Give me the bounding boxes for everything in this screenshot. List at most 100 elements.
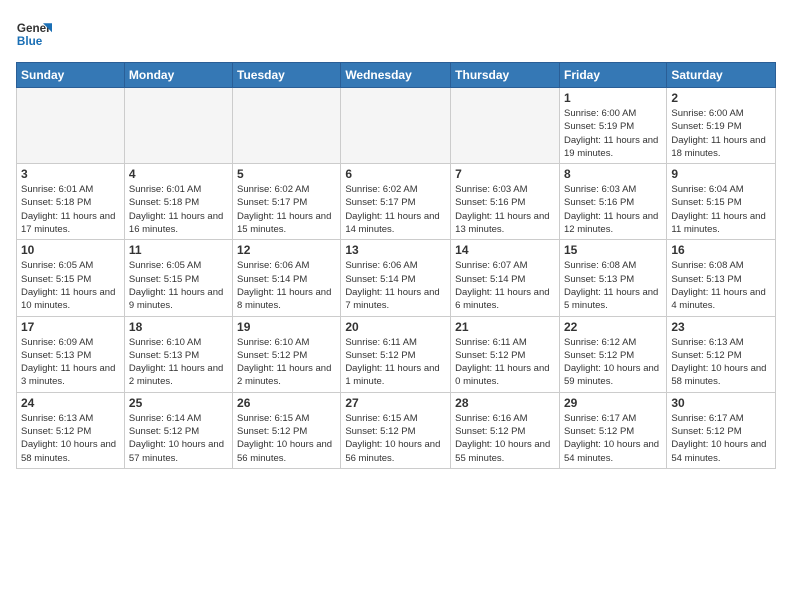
day-info: Sunrise: 6:06 AM Sunset: 5:14 PM Dayligh…	[237, 259, 336, 312]
calendar-header-row: SundayMondayTuesdayWednesdayThursdayFrid…	[17, 63, 776, 88]
calendar-cell: 27 Sunrise: 6:15 AM Sunset: 5:12 PM Dayli…	[341, 392, 451, 468]
day-number: 11	[129, 243, 228, 257]
day-number: 17	[21, 320, 120, 334]
calendar-cell: 21 Sunrise: 6:11 AM Sunset: 5:12 PM Dayli…	[451, 316, 560, 392]
calendar-cell: 8Sunrise: 6:03 AM Sunset: 5:16 PM Daylig…	[559, 164, 666, 240]
day-number: 13	[345, 243, 446, 257]
calendar-cell	[233, 88, 341, 164]
day-info: Sunrise: 6:11 AM Sunset: 5:12 PM Dayligh…	[345, 336, 446, 389]
calendar-cell: 30Sunrise: 6:17 AM Sunset: 5:12 PM Dayli…	[667, 392, 776, 468]
weekday-header: Monday	[124, 63, 232, 88]
calendar-cell: 26 Sunrise: 6:15 AM Sunset: 5:12 PM Dayli…	[233, 392, 341, 468]
weekday-header: Friday	[559, 63, 666, 88]
day-info: Sunrise: 6:13 AM Sunset: 5:12 PM Dayligh…	[671, 336, 771, 389]
day-info: Sunrise: 6:03 AM Sunset: 5:16 PM Dayligh…	[455, 183, 555, 236]
calendar-cell	[124, 88, 232, 164]
calendar-cell: 6 Sunrise: 6:02 AM Sunset: 5:17 PM Daylig…	[341, 164, 451, 240]
day-number: 12	[237, 243, 336, 257]
day-number: 9	[671, 167, 771, 181]
day-number: 20	[345, 320, 446, 334]
logo: General Blue	[16, 16, 52, 52]
day-info: Sunrise: 6:13 AM Sunset: 5:12 PM Dayligh…	[21, 412, 120, 465]
day-info: Sunrise: 6:11 AM Sunset: 5:12 PM Dayligh…	[455, 336, 555, 389]
calendar-cell: 15 Sunrise: 6:08 AM Sunset: 5:13 PM Dayli…	[559, 240, 666, 316]
day-number: 23	[671, 320, 771, 334]
day-info: Sunrise: 6:17 AM Sunset: 5:12 PM Dayligh…	[564, 412, 662, 465]
day-number: 14	[455, 243, 555, 257]
calendar-cell	[451, 88, 560, 164]
day-number: 28	[455, 396, 555, 410]
day-number: 7	[455, 167, 555, 181]
day-info: Sunrise: 6:08 AM Sunset: 5:13 PM Dayligh…	[564, 259, 662, 312]
weekday-header: Sunday	[17, 63, 125, 88]
day-info: Sunrise: 6:12 AM Sunset: 5:12 PM Dayligh…	[564, 336, 662, 389]
day-number: 25	[129, 396, 228, 410]
day-info: Sunrise: 6:15 AM Sunset: 5:12 PM Dayligh…	[345, 412, 446, 465]
calendar-cell: 12 Sunrise: 6:06 AM Sunset: 5:14 PM Dayli…	[233, 240, 341, 316]
day-number: 15	[564, 243, 662, 257]
day-info: Sunrise: 6:16 AM Sunset: 5:12 PM Dayligh…	[455, 412, 555, 465]
calendar-cell: 18 Sunrise: 6:10 AM Sunset: 5:13 PM Dayli…	[124, 316, 232, 392]
day-number: 4	[129, 167, 228, 181]
weekday-header: Wednesday	[341, 63, 451, 88]
page: General Blue SundayMondayTuesdayWednesda…	[0, 0, 792, 612]
calendar-cell: 16 Sunrise: 6:08 AM Sunset: 5:13 PM Dayli…	[667, 240, 776, 316]
calendar-cell: 1 Sunrise: 6:00 AM Sunset: 5:19 PM Daylig…	[559, 88, 666, 164]
calendar-cell: 13Sunrise: 6:06 AM Sunset: 5:14 PM Dayli…	[341, 240, 451, 316]
calendar-cell: 28 Sunrise: 6:16 AM Sunset: 5:12 PM Dayli…	[451, 392, 560, 468]
day-number: 27	[345, 396, 446, 410]
day-info: Sunrise: 6:05 AM Sunset: 5:15 PM Dayligh…	[129, 259, 228, 312]
calendar-cell: 19Sunrise: 6:10 AM Sunset: 5:12 PM Dayli…	[233, 316, 341, 392]
day-info: Sunrise: 6:09 AM Sunset: 5:13 PM Dayligh…	[21, 336, 120, 389]
day-number: 1	[564, 91, 662, 105]
day-info: Sunrise: 6:01 AM Sunset: 5:18 PM Dayligh…	[21, 183, 120, 236]
calendar-cell	[17, 88, 125, 164]
day-info: Sunrise: 6:02 AM Sunset: 5:17 PM Dayligh…	[237, 183, 336, 236]
day-info: Sunrise: 6:10 AM Sunset: 5:12 PM Dayligh…	[237, 336, 336, 389]
calendar-cell: 22 Sunrise: 6:12 AM Sunset: 5:12 PM Dayli…	[559, 316, 666, 392]
calendar-week-row: 3 Sunrise: 6:01 AM Sunset: 5:18 PM Daylig…	[17, 164, 776, 240]
day-number: 30	[671, 396, 771, 410]
day-number: 22	[564, 320, 662, 334]
day-number: 18	[129, 320, 228, 334]
weekday-header: Thursday	[451, 63, 560, 88]
day-info: Sunrise: 6:01 AM Sunset: 5:18 PM Dayligh…	[129, 183, 228, 236]
calendar-cell	[341, 88, 451, 164]
weekday-header: Tuesday	[233, 63, 341, 88]
svg-text:Blue: Blue	[17, 35, 43, 48]
day-info: Sunrise: 6:10 AM Sunset: 5:13 PM Dayligh…	[129, 336, 228, 389]
calendar-cell: 29 Sunrise: 6:17 AM Sunset: 5:12 PM Dayli…	[559, 392, 666, 468]
calendar-cell: 23 Sunrise: 6:13 AM Sunset: 5:12 PM Dayli…	[667, 316, 776, 392]
day-info: Sunrise: 6:00 AM Sunset: 5:19 PM Dayligh…	[671, 107, 771, 160]
day-number: 10	[21, 243, 120, 257]
logo-icon: General Blue	[16, 16, 52, 52]
day-info: Sunrise: 6:00 AM Sunset: 5:19 PM Dayligh…	[564, 107, 662, 160]
day-info: Sunrise: 6:05 AM Sunset: 5:15 PM Dayligh…	[21, 259, 120, 312]
calendar-table: SundayMondayTuesdayWednesdayThursdayFrid…	[16, 62, 776, 469]
calendar-week-row: 24Sunrise: 6:13 AM Sunset: 5:12 PM Dayli…	[17, 392, 776, 468]
day-info: Sunrise: 6:08 AM Sunset: 5:13 PM Dayligh…	[671, 259, 771, 312]
day-number: 26	[237, 396, 336, 410]
calendar-cell: 10 Sunrise: 6:05 AM Sunset: 5:15 PM Dayli…	[17, 240, 125, 316]
day-number: 3	[21, 167, 120, 181]
calendar-cell: 4 Sunrise: 6:01 AM Sunset: 5:18 PM Daylig…	[124, 164, 232, 240]
day-info: Sunrise: 6:04 AM Sunset: 5:15 PM Dayligh…	[671, 183, 771, 236]
calendar-cell: 25 Sunrise: 6:14 AM Sunset: 5:12 PM Dayli…	[124, 392, 232, 468]
day-info: Sunrise: 6:14 AM Sunset: 5:12 PM Dayligh…	[129, 412, 228, 465]
calendar-cell: 2 Sunrise: 6:00 AM Sunset: 5:19 PM Daylig…	[667, 88, 776, 164]
day-number: 8	[564, 167, 662, 181]
day-number: 16	[671, 243, 771, 257]
day-number: 21	[455, 320, 555, 334]
day-number: 6	[345, 167, 446, 181]
calendar-cell: 3 Sunrise: 6:01 AM Sunset: 5:18 PM Daylig…	[17, 164, 125, 240]
header: General Blue	[16, 16, 776, 52]
day-number: 2	[671, 91, 771, 105]
day-info: Sunrise: 6:02 AM Sunset: 5:17 PM Dayligh…	[345, 183, 446, 236]
calendar-cell: 24Sunrise: 6:13 AM Sunset: 5:12 PM Dayli…	[17, 392, 125, 468]
calendar-week-row: 17 Sunrise: 6:09 AM Sunset: 5:13 PM Dayli…	[17, 316, 776, 392]
calendar-cell: 11 Sunrise: 6:05 AM Sunset: 5:15 PM Dayli…	[124, 240, 232, 316]
day-info: Sunrise: 6:07 AM Sunset: 5:14 PM Dayligh…	[455, 259, 555, 312]
day-number: 29	[564, 396, 662, 410]
day-info: Sunrise: 6:15 AM Sunset: 5:12 PM Dayligh…	[237, 412, 336, 465]
calendar-cell: 7 Sunrise: 6:03 AM Sunset: 5:16 PM Daylig…	[451, 164, 560, 240]
